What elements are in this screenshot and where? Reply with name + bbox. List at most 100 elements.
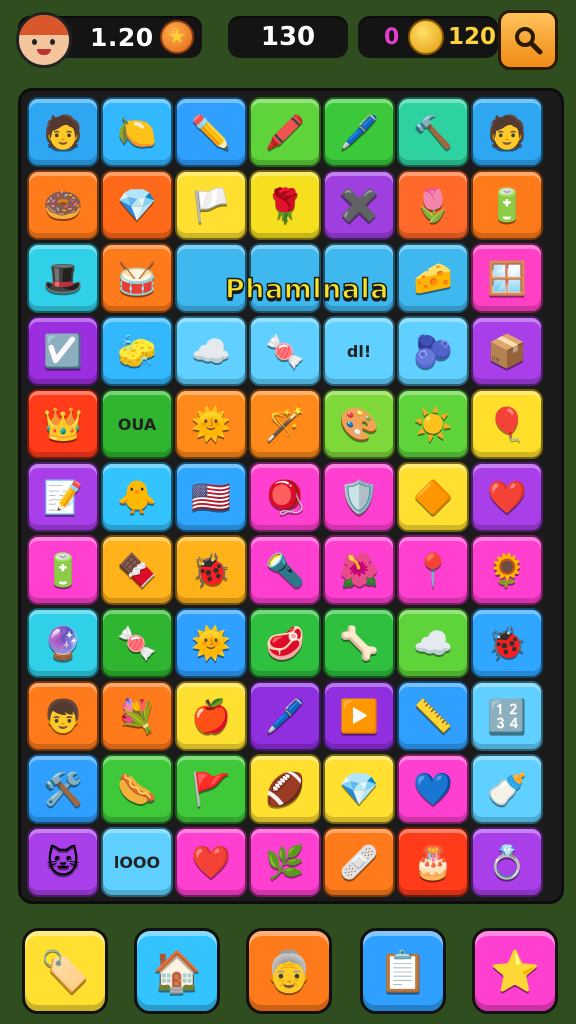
tile-candy-wrapper-icon[interactable]: 🍫 xyxy=(101,535,173,605)
tile-orb-icon[interactable]: 🔮 xyxy=(27,608,99,678)
meat-icon: 🥩 xyxy=(265,624,305,662)
search-button[interactable] xyxy=(498,10,558,70)
tile-battery-icon[interactable]: 🔋 xyxy=(471,170,543,240)
tile-number-icon[interactable]: 🔢 xyxy=(471,681,543,751)
tile-crossed-arrows-icon[interactable]: ✖️ xyxy=(323,170,395,240)
tile-ring-icon[interactable]: 💍 xyxy=(471,827,543,897)
tile-grid: 🧑 🍋 ✏️ 🖍️ 🖊️ 🔨 🧑 🍩 💎 🏳️ 🌹 ✖️ 🌷 🔋 🎩 🥁 🧀 🪟 ☑️ 🧽 ☁️ 🍬 dl! 🫐 📦 👑 OUA 🌞 🪄… xyxy=(27,97,543,897)
orb-icon: 🔮 xyxy=(43,624,83,662)
tile-sunflower-icon[interactable]: 🌻 xyxy=(471,535,543,605)
tile-sun-icon[interactable]: ☀️ xyxy=(397,389,469,459)
tile-window-icon[interactable]: 🪟 xyxy=(471,243,543,313)
tile-eraser-icon[interactable]: 🧽 xyxy=(101,316,173,386)
tile-gem-icon[interactable]: 💎 xyxy=(323,754,395,824)
tile-pencil-icon[interactable]: ✏️ xyxy=(175,97,247,167)
tile-crown-icon[interactable]: 👑 xyxy=(27,389,99,459)
splat-icon: 🌺 xyxy=(339,551,379,589)
dock-button-flag-card[interactable]: 🏷️ xyxy=(22,928,108,1014)
notepad-icon: 📝 xyxy=(43,478,83,516)
tile-cake-icon[interactable]: 🎂 xyxy=(397,827,469,897)
tile-flag-icon[interactable]: 🚩 xyxy=(175,754,247,824)
tile-sun-icon[interactable]: 🌞 xyxy=(175,608,247,678)
battery-icon: 🔋 xyxy=(43,551,83,589)
tile-football-icon[interactable]: 🏈 xyxy=(249,754,321,824)
dock-button-star[interactable]: ⭐ xyxy=(472,928,558,1014)
football-icon: 🏈 xyxy=(265,770,305,808)
tile-boy-face-icon[interactable]: 👦 xyxy=(27,681,99,751)
tile-diamond-icon[interactable]: 🔶 xyxy=(397,462,469,532)
tile-candy-icon[interactable]: 🍬 xyxy=(101,608,173,678)
tile-rose-icon[interactable]: 🌹 xyxy=(249,170,321,240)
avatar[interactable] xyxy=(16,12,72,68)
tile-drum-icon[interactable]: 🥁 xyxy=(101,243,173,313)
bone-icon: 🦴 xyxy=(339,624,379,662)
tile-box-icon[interactable]: 📦 xyxy=(471,316,543,386)
tile-bug-icon[interactable]: 🐞 xyxy=(175,535,247,605)
tile-notepad-icon[interactable]: 📝 xyxy=(27,462,99,532)
tile-bottle-icon[interactable]: 🍼 xyxy=(471,754,543,824)
tile-boy-face-icon[interactable]: 🧑 xyxy=(471,97,543,167)
dock-button-character[interactable]: 👵 xyxy=(246,928,332,1014)
tile-play-icon[interactable]: ▶️ xyxy=(323,681,395,751)
tile-boy-face-icon[interactable]: 🧑 xyxy=(27,97,99,167)
cheese-icon: 🧀 xyxy=(413,259,453,297)
box-icon: 📦 xyxy=(487,332,527,370)
flower-icon: 🌷 xyxy=(413,186,453,224)
tile-pen-icon[interactable]: 🖊️ xyxy=(249,681,321,751)
bouquet-icon: 💐 xyxy=(117,697,157,735)
dock-button-list[interactable]: 📋 xyxy=(360,928,446,1014)
tile-splat-icon[interactable]: 🌺 xyxy=(323,535,395,605)
tile-crayon-icon[interactable]: 🖍️ xyxy=(249,97,321,167)
tile-heart-icon[interactable]: ❤️ xyxy=(471,462,543,532)
tile-tools-icon[interactable]: 🛠️ xyxy=(27,754,99,824)
tile-cloud-icon[interactable]: ☁️ xyxy=(175,316,247,386)
tile-sausage-icon[interactable]: 🌭 xyxy=(101,754,173,824)
tile-torch-icon[interactable]: 🔦 xyxy=(249,535,321,605)
tile-hat-icon[interactable]: 🎩 xyxy=(27,243,99,313)
star-coin-icon: ★ xyxy=(160,20,194,54)
diamond-icon: 🔶 xyxy=(413,478,453,516)
tile-heart-icon[interactable]: 💙 xyxy=(397,754,469,824)
tile-checkbox-icon[interactable]: ☑️ xyxy=(27,316,99,386)
tile-bouquet-icon[interactable]: 💐 xyxy=(101,681,173,751)
bottom-dock: 🏷️ 🏠 👵 📋 ⭐ xyxy=(0,922,576,1014)
tile-cheese-icon[interactable]: 🧀 xyxy=(397,243,469,313)
tile-shield-icon[interactable]: 🛡️ xyxy=(323,462,395,532)
tile-chick-icon[interactable]: 🐥 xyxy=(101,462,173,532)
tile-flag-icon[interactable]: 🏳️ xyxy=(175,170,247,240)
tile-bone-icon[interactable]: 🦴 xyxy=(323,608,395,678)
tile-text-tile[interactable]: dl! xyxy=(323,316,395,386)
tile-heart-icon[interactable]: ❤️ xyxy=(175,827,247,897)
tile-donut-icon[interactable]: 🍩 xyxy=(27,170,99,240)
tile-sun-icon[interactable]: 🌞 xyxy=(175,389,247,459)
tile-pin-icon[interactable]: 📍 xyxy=(397,535,469,605)
drum-icon: 🥁 xyxy=(117,259,157,297)
tile-ruler-icon[interactable]: 📏 xyxy=(397,681,469,751)
tile-spinning-top-icon[interactable]: 🪀 xyxy=(249,462,321,532)
tile-match-icon[interactable]: 🪄 xyxy=(249,389,321,459)
tile-candy-icon[interactable]: 🍬 xyxy=(249,316,321,386)
tile-flag-icon[interactable]: 🇺🇸 xyxy=(175,462,247,532)
tile-balloon-icon[interactable]: 🎈 xyxy=(471,389,543,459)
tile-bug-icon[interactable]: 🐞 xyxy=(471,608,543,678)
tile-bandage-icon[interactable]: 🩹 xyxy=(323,827,395,897)
tile-fruit-icon[interactable]: 🍋 xyxy=(101,97,173,167)
tile-text-tile[interactable]: lOOO xyxy=(101,827,173,897)
bottle-icon: 🍼 xyxy=(487,770,527,808)
tile-battery-icon[interactable]: 🔋 xyxy=(27,535,99,605)
tile-hammer-icon[interactable]: 🔨 xyxy=(397,97,469,167)
tile-gem-icon[interactable]: 💎 xyxy=(101,170,173,240)
tile-cat-icon[interactable]: 🐱 xyxy=(27,827,99,897)
tile-radish-icon[interactable]: 🫐 xyxy=(397,316,469,386)
tile-flower-icon[interactable]: 🌷 xyxy=(397,170,469,240)
tile-paint-icon[interactable]: 🎨 xyxy=(323,389,395,459)
sun-icon: 🌞 xyxy=(191,405,231,443)
tile-marker-icon[interactable]: 🖊️ xyxy=(323,97,395,167)
dock-button-house[interactable]: 🏠 xyxy=(134,928,220,1014)
eraser-icon: 🧽 xyxy=(117,332,157,370)
tile-apple-icon[interactable]: 🍎 xyxy=(175,681,247,751)
tile-meat-icon[interactable]: 🥩 xyxy=(249,608,321,678)
tile-cloud-icon[interactable]: ☁️ xyxy=(397,608,469,678)
tile-text-tile[interactable]: OUA xyxy=(101,389,173,459)
tile-leaf-icon[interactable]: 🌿 xyxy=(249,827,321,897)
